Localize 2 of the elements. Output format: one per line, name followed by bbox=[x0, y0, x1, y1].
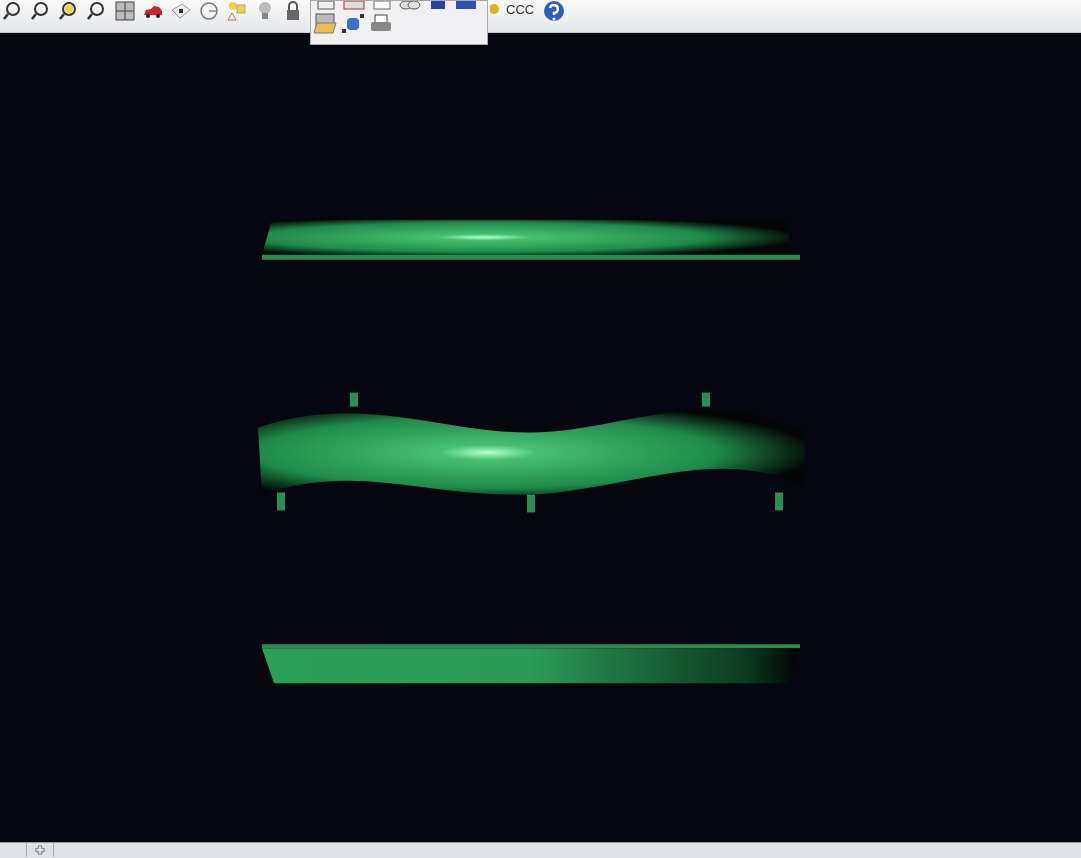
ccc-button[interactable]: CCC bbox=[504, 0, 541, 18]
viewport-grid-icon[interactable] bbox=[112, 0, 138, 22]
